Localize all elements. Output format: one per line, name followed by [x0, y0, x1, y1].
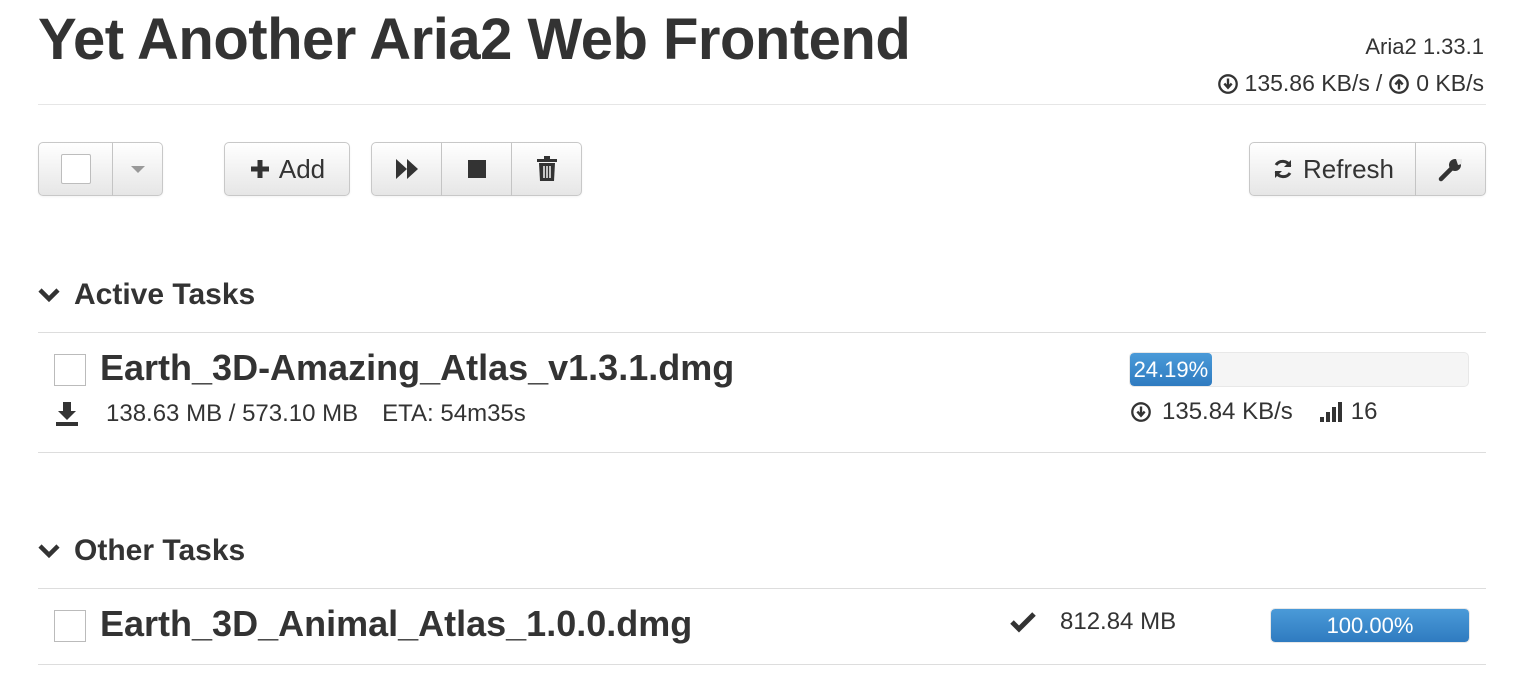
- add-button[interactable]: Add: [224, 142, 350, 196]
- start-button[interactable]: [371, 142, 442, 196]
- task-progress-label: 24.19%: [1133, 356, 1209, 382]
- active-task-divider: [38, 452, 1486, 453]
- task-checkbox[interactable]: [54, 610, 86, 642]
- plus-icon: [250, 160, 269, 178]
- task-progress-bar: 24.19%: [1129, 352, 1469, 387]
- upload-circle-icon: [1389, 73, 1410, 94]
- active-tasks-title: Active Tasks: [74, 278, 256, 311]
- aria2-version: Aria2 1.33.1: [1365, 34, 1484, 59]
- refresh-button[interactable]: Refresh: [1249, 142, 1416, 196]
- header-divider: [38, 104, 1486, 105]
- global-upload-speed: 0 KB/s: [1416, 70, 1484, 96]
- download-circle-icon: [1217, 73, 1238, 94]
- task-size-info: 812.84 MB: [1010, 608, 1176, 636]
- remove-button[interactable]: [512, 142, 582, 196]
- signal-icon: [1319, 402, 1342, 422]
- task-name[interactable]: Earth_3D-Amazing_Atlas_v1.3.1.dmg: [100, 347, 734, 389]
- speed-separator: /: [1375, 70, 1383, 96]
- chevron-down-icon: [38, 544, 60, 559]
- active-tasks-header[interactable]: Active Tasks: [38, 278, 255, 312]
- download-icon: [56, 402, 78, 426]
- chevron-down-icon: [38, 288, 60, 303]
- other-tasks-title: Other Tasks: [74, 534, 246, 567]
- fast-forward-icon: [395, 159, 418, 179]
- other-tasks-divider: [38, 588, 1486, 589]
- caret-down-icon: [130, 165, 145, 173]
- pause-button[interactable]: [442, 142, 512, 196]
- add-group: Add: [224, 142, 350, 196]
- task-eta: ETA: 54m35s: [382, 400, 526, 427]
- select-all-checkbox[interactable]: [60, 154, 91, 184]
- select-dropdown-button[interactable]: [113, 142, 163, 196]
- stop-icon: [467, 160, 486, 178]
- task-progress-bar: 100.00%: [1270, 608, 1470, 643]
- task-control-group: [371, 142, 582, 196]
- select-all-button[interactable]: [38, 142, 113, 196]
- task-connections: 16: [1350, 398, 1378, 425]
- task-size-progress: 138.63 MB / 573.10 MB: [106, 400, 359, 427]
- refresh-group: Refresh: [1249, 142, 1486, 196]
- task-size: 812.84 MB: [1060, 608, 1177, 635]
- global-speed: 135.86 KB/s / 0 KB/s: [1217, 70, 1484, 97]
- task-name[interactable]: Earth_3D_Animal_Atlas_1.0.0.dmg: [100, 603, 692, 645]
- refresh-icon: [1274, 159, 1292, 179]
- task-progress-label: 100.00%: [1326, 612, 1414, 638]
- active-tasks-divider: [38, 332, 1486, 333]
- wrench-icon: [1438, 159, 1462, 182]
- global-download-speed: 135.86 KB/s: [1244, 70, 1370, 96]
- task-speed-info: 135.84 KB/s 16: [1130, 398, 1377, 426]
- other-tasks-header[interactable]: Other Tasks: [38, 534, 245, 568]
- select-group: [38, 142, 163, 196]
- task-download-speed: 135.84 KB/s: [1162, 398, 1293, 425]
- page-title: Yet Another Aria2 Web Frontend: [38, 7, 911, 72]
- task-size-info: 138.63 MB / 573.10 MB ETA: 54m35s: [54, 400, 526, 428]
- task-checkbox[interactable]: [54, 354, 86, 386]
- trash-icon: [536, 156, 557, 181]
- add-button-label: Add: [278, 153, 326, 184]
- refresh-button-label: Refresh: [1302, 153, 1395, 184]
- download-circle-icon: [1131, 402, 1151, 422]
- app-page: Yet Another Aria2 Web Frontend Aria2 1.3…: [38, 0, 1486, 694]
- other-task-divider: [38, 664, 1486, 665]
- checkmark-icon: [1010, 612, 1036, 633]
- settings-button[interactable]: [1416, 142, 1486, 196]
